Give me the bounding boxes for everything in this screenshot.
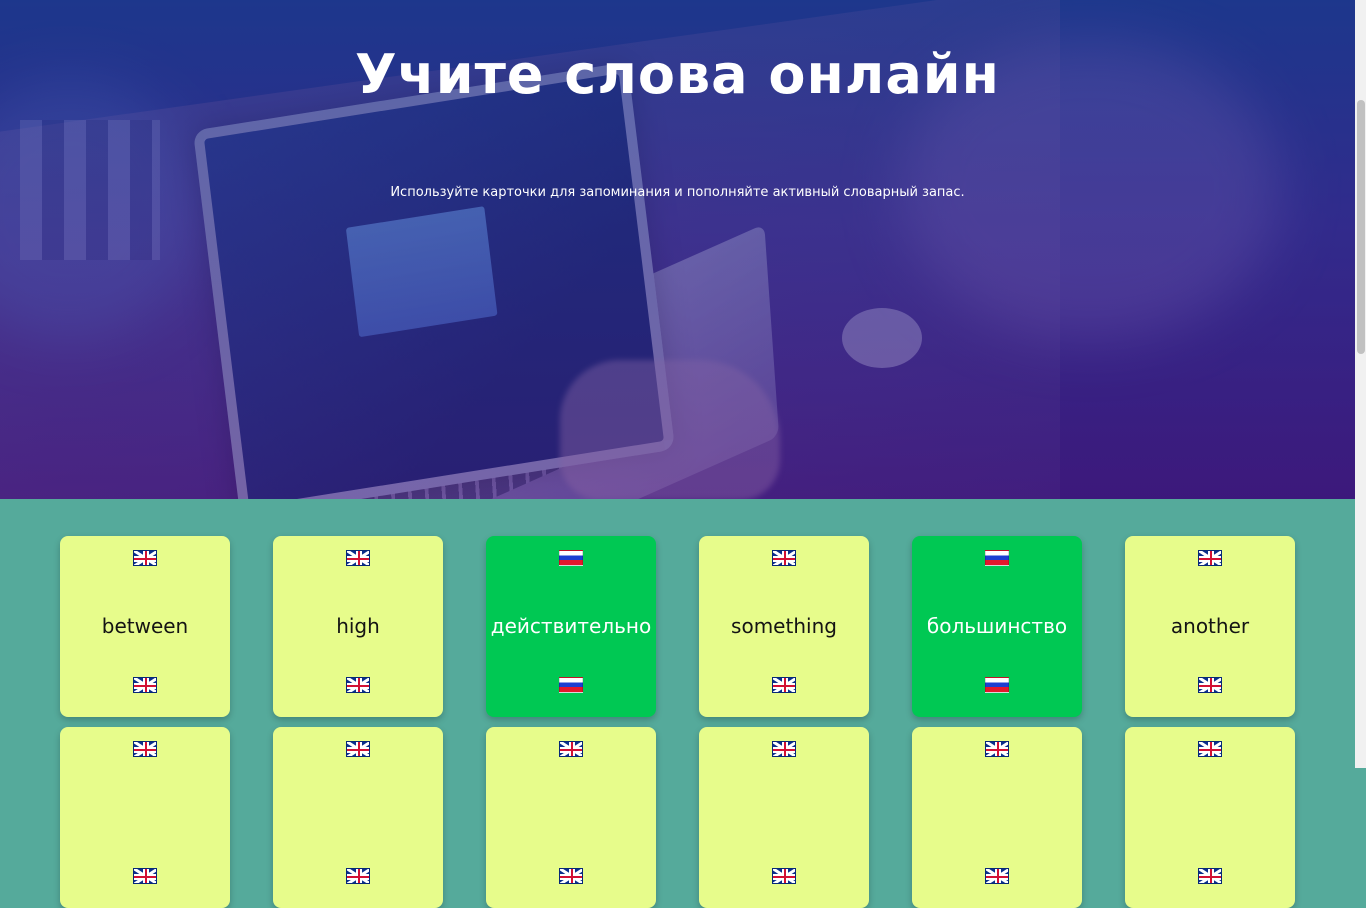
uk-flag-icon bbox=[133, 550, 157, 566]
uk-flag-icon bbox=[1198, 741, 1222, 757]
uk-flag-icon bbox=[772, 868, 796, 884]
card-word: between bbox=[101, 614, 189, 638]
uk-flag-icon bbox=[346, 550, 370, 566]
word-card[interactable]: another bbox=[1125, 536, 1295, 717]
card-word: something bbox=[731, 614, 837, 638]
uk-flag-icon bbox=[133, 741, 157, 757]
card-word: действительно bbox=[490, 614, 652, 638]
uk-flag-icon bbox=[133, 677, 157, 693]
word-card[interactable]: большинство bbox=[912, 536, 1082, 717]
uk-flag-icon bbox=[985, 868, 1009, 884]
uk-flag-icon bbox=[1198, 550, 1222, 566]
word-card[interactable]: high bbox=[273, 536, 443, 717]
uk-flag-icon bbox=[772, 677, 796, 693]
russia-flag-icon bbox=[559, 677, 583, 693]
card-word: большинство bbox=[926, 614, 1068, 638]
russia-flag-icon bbox=[985, 550, 1009, 566]
russia-flag-icon bbox=[985, 677, 1009, 693]
word-card[interactable]: действительно bbox=[486, 536, 656, 717]
uk-flag-icon bbox=[1198, 868, 1222, 884]
uk-flag-icon bbox=[559, 868, 583, 884]
word-card[interactable] bbox=[1125, 727, 1295, 908]
word-card[interactable]: between bbox=[60, 536, 230, 717]
uk-flag-icon bbox=[346, 677, 370, 693]
word-card[interactable] bbox=[486, 727, 656, 908]
word-card[interactable] bbox=[699, 727, 869, 908]
page-title: Учите слова онлайн bbox=[355, 43, 1000, 106]
uk-flag-icon bbox=[1198, 677, 1222, 693]
hero-banner: Учите слова онлайн Используйте карточки … bbox=[0, 0, 1355, 499]
uk-flag-icon bbox=[133, 868, 157, 884]
uk-flag-icon bbox=[559, 741, 583, 757]
word-card[interactable] bbox=[273, 727, 443, 908]
word-card[interactable]: something bbox=[699, 536, 869, 717]
word-card[interactable] bbox=[912, 727, 1082, 908]
page-subtitle: Используйте карточки для запоминания и п… bbox=[390, 185, 965, 200]
uk-flag-icon bbox=[346, 741, 370, 757]
uk-flag-icon bbox=[772, 741, 796, 757]
card-word: high bbox=[336, 614, 380, 638]
word-card[interactable] bbox=[60, 727, 230, 908]
uk-flag-icon bbox=[772, 550, 796, 566]
card-word: another bbox=[1170, 614, 1250, 638]
uk-flag-icon bbox=[346, 868, 370, 884]
scrollbar-thumb[interactable] bbox=[1357, 100, 1365, 354]
uk-flag-icon bbox=[985, 741, 1009, 757]
russia-flag-icon bbox=[559, 550, 583, 566]
